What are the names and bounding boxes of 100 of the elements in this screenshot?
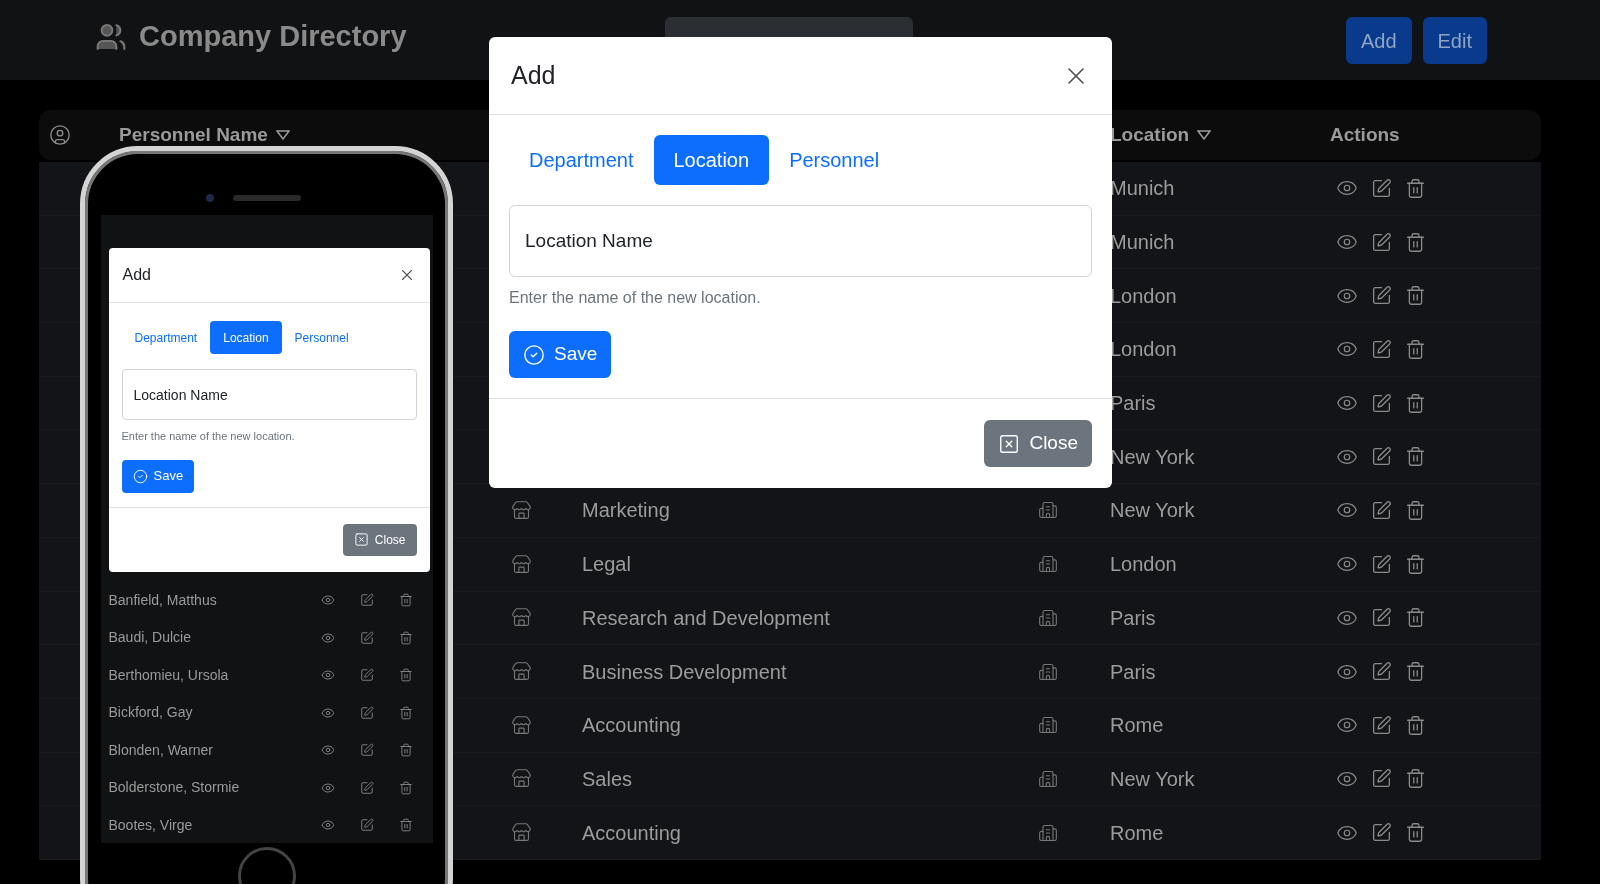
- delete-icon[interactable]: [1405, 231, 1426, 253]
- dialog-tab[interactable]: Location: [653, 135, 770, 185]
- edit-icon[interactable]: [1371, 499, 1392, 521]
- edit-icon[interactable]: [1371, 661, 1392, 683]
- edit-icon[interactable]: [1371, 714, 1392, 736]
- personnel-name: Blonden, Warner: [108, 740, 215, 760]
- people-icon: [95, 21, 127, 53]
- column-header: Actions: [1330, 123, 1400, 145]
- building-icon: [1038, 554, 1058, 575]
- location-name-field[interactable]: Location Name: [509, 205, 1092, 277]
- delete-icon[interactable]: [398, 593, 413, 608]
- dialog-tab[interactable]: Department: [509, 135, 654, 185]
- dialog-tab[interactable]: Personnel: [769, 135, 900, 185]
- sort-icon[interactable]: [275, 130, 290, 140]
- view-icon[interactable]: [320, 630, 335, 645]
- delete-icon[interactable]: [1405, 661, 1426, 683]
- location-name-field[interactable]: Location Name: [121, 369, 417, 420]
- edit-icon[interactable]: [1371, 446, 1392, 468]
- column-header[interactable]: Personnel Name: [119, 120, 268, 150]
- location-cell: Rome: [1110, 714, 1164, 737]
- location-cell: Munich: [1110, 231, 1175, 254]
- delete-icon[interactable]: [1405, 499, 1426, 521]
- dialog-tab[interactable]: Personnel: [281, 321, 362, 354]
- view-icon[interactable]: [320, 780, 335, 795]
- delete-icon[interactable]: [1405, 607, 1426, 629]
- location-cell: Rome: [1110, 821, 1164, 844]
- location-cell: New York: [1110, 445, 1195, 468]
- app-title: Company Directory: [139, 19, 407, 55]
- delete-icon[interactable]: [398, 668, 413, 683]
- edit-icon[interactable]: [1371, 392, 1392, 414]
- edit-icon[interactable]: [1371, 285, 1392, 307]
- building-icon: [1038, 607, 1058, 628]
- view-icon[interactable]: [320, 593, 335, 608]
- store-icon: [511, 661, 532, 683]
- store-icon: [511, 822, 532, 844]
- edit-icon[interactable]: [359, 630, 374, 645]
- sort-icon[interactable]: [1197, 130, 1212, 140]
- delete-icon[interactable]: [1405, 553, 1426, 575]
- dialog-tab[interactable]: Department: [121, 321, 211, 354]
- header-button[interactable]: Add: [1345, 17, 1412, 64]
- edit-icon[interactable]: [359, 818, 374, 833]
- edit-icon[interactable]: [359, 780, 374, 795]
- department-cell: Accounting: [582, 714, 681, 737]
- personnel-name: Bootes, Virge: [108, 815, 194, 835]
- edit-icon[interactable]: [359, 705, 374, 720]
- close-button[interactable]: Close: [984, 420, 1092, 467]
- delete-icon[interactable]: [398, 743, 413, 758]
- dialog-title: Add: [122, 265, 151, 285]
- header-button[interactable]: Edit: [1422, 17, 1487, 64]
- building-icon: [1038, 500, 1058, 521]
- edit-icon[interactable]: [1371, 553, 1392, 575]
- building-icon: [1038, 661, 1058, 682]
- dialog-tab[interactable]: Location: [210, 321, 282, 354]
- delete-icon[interactable]: [1405, 714, 1426, 736]
- department-cell: Business Development: [582, 660, 787, 683]
- close-button[interactable]: Close: [342, 523, 417, 556]
- x-square-icon: [998, 432, 1021, 455]
- edit-icon[interactable]: [1371, 231, 1392, 253]
- store-icon: [511, 714, 532, 736]
- store-icon: [511, 607, 532, 629]
- location-cell: London: [1110, 553, 1177, 576]
- check-circle-icon: [132, 468, 148, 484]
- delete-icon[interactable]: [1405, 446, 1426, 468]
- building-icon: [1038, 715, 1058, 736]
- edit-icon[interactable]: [1371, 177, 1392, 199]
- delete-icon[interactable]: [1405, 822, 1426, 844]
- location-cell: Paris: [1110, 660, 1156, 683]
- location-cell: Munich: [1110, 177, 1175, 200]
- location-cell: London: [1110, 284, 1177, 307]
- delete-icon[interactable]: [398, 630, 413, 645]
- department-cell: Research and Development: [582, 606, 830, 629]
- delete-icon[interactable]: [398, 780, 413, 795]
- view-icon[interactable]: [320, 705, 335, 720]
- dialog-title: Add: [511, 59, 556, 91]
- save-button[interactable]: Save: [509, 331, 612, 378]
- location-cell: Paris: [1110, 392, 1156, 415]
- store-icon: [511, 553, 532, 575]
- delete-icon[interactable]: [1405, 285, 1426, 307]
- edit-icon[interactable]: [1371, 768, 1392, 790]
- delete-icon[interactable]: [1405, 338, 1426, 360]
- delete-icon[interactable]: [1405, 768, 1426, 790]
- view-icon[interactable]: [320, 818, 335, 833]
- delete-icon[interactable]: [398, 818, 413, 833]
- location-cell: New York: [1110, 767, 1195, 790]
- save-button[interactable]: Save: [121, 459, 195, 493]
- edit-icon[interactable]: [1371, 607, 1392, 629]
- edit-icon[interactable]: [359, 593, 374, 608]
- speaker-grille: [232, 195, 301, 201]
- delete-icon[interactable]: [398, 705, 413, 720]
- delete-icon[interactable]: [1405, 392, 1426, 414]
- view-icon[interactable]: [320, 668, 335, 683]
- edit-icon[interactable]: [1371, 338, 1392, 360]
- user-icon: [49, 124, 71, 146]
- delete-icon[interactable]: [1405, 177, 1426, 199]
- edit-icon[interactable]: [359, 668, 374, 683]
- view-icon[interactable]: [320, 743, 335, 758]
- help-text: Enter the name of the new location.: [121, 429, 296, 444]
- edit-icon[interactable]: [359, 743, 374, 758]
- personnel-name: Bolderstone, Stormie: [108, 778, 241, 798]
- edit-icon[interactable]: [1371, 822, 1392, 844]
